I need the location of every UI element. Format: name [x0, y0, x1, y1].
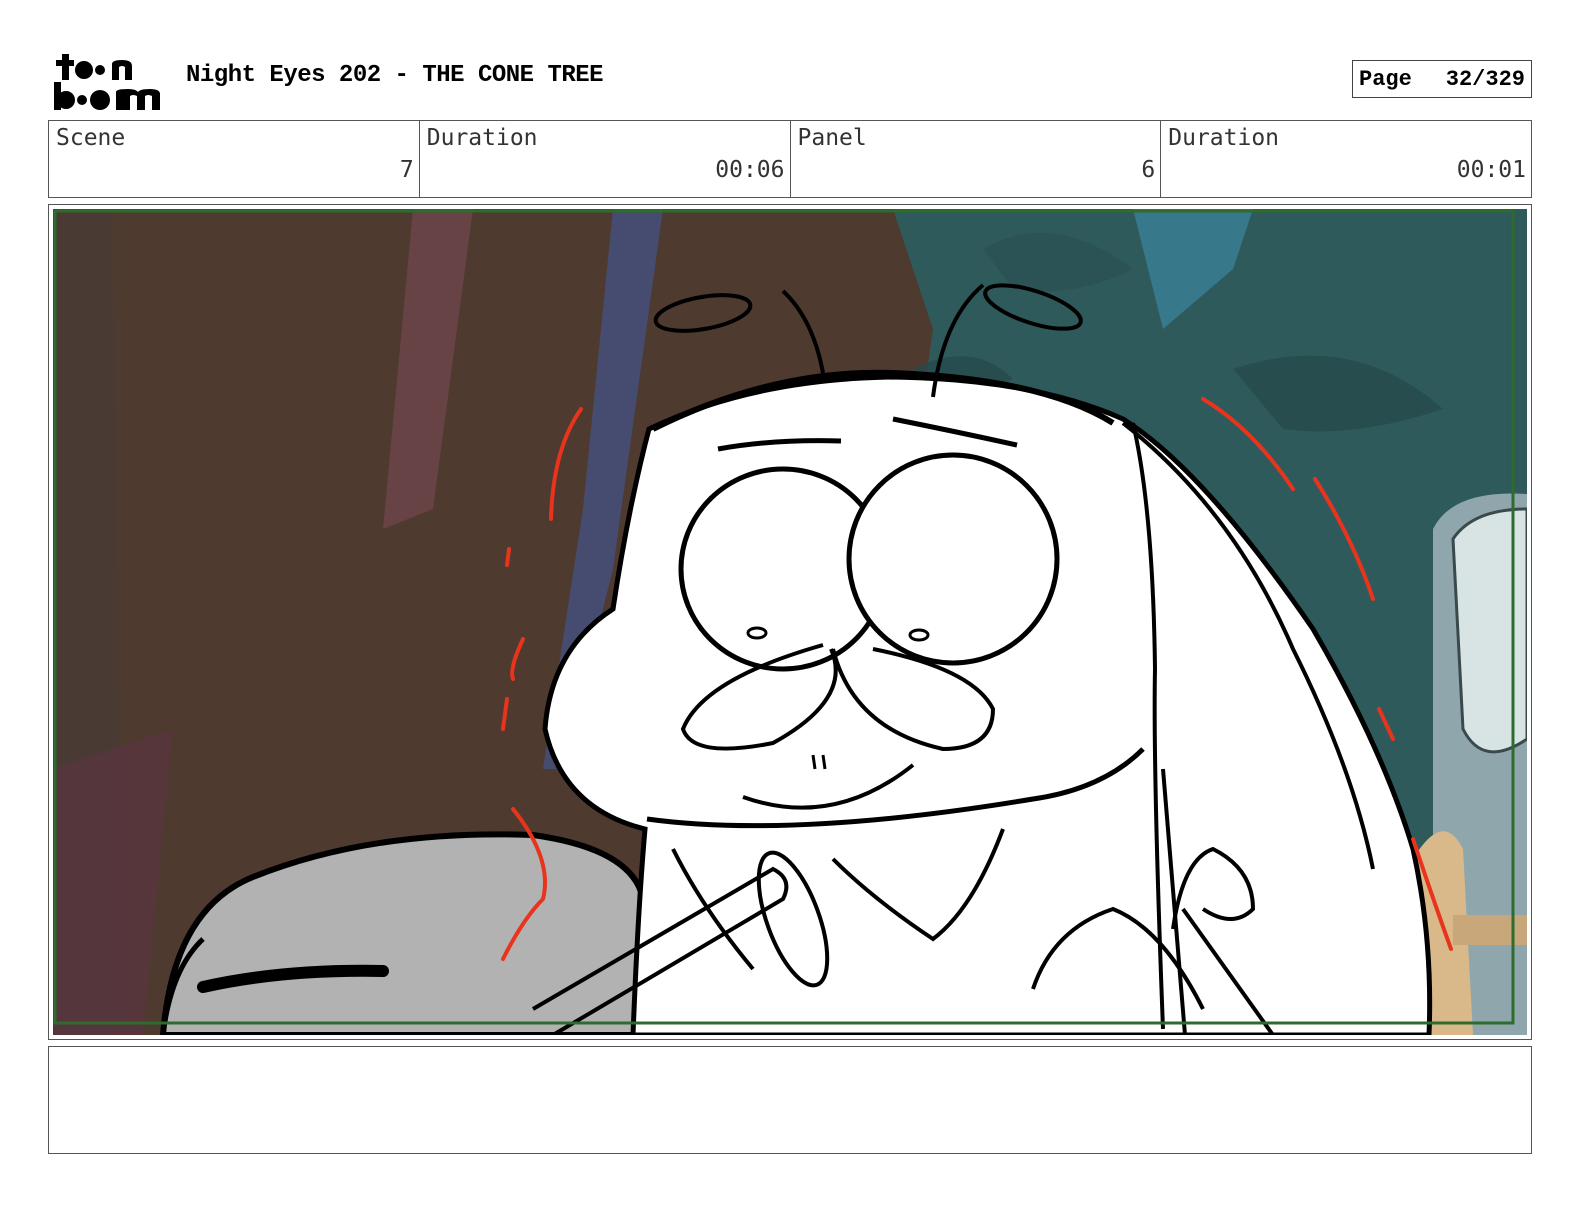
- scene-duration-cell: Duration 00:06: [418, 121, 790, 197]
- panel-duration-value: 00:01: [1456, 157, 1526, 183]
- panel-duration-label: Duration: [1168, 125, 1280, 151]
- toon-boom-logo: [50, 50, 164, 114]
- panel-notes-box: [48, 1046, 1532, 1154]
- storyboard-title: Night Eyes 202 - THE CONE TREE: [186, 62, 604, 89]
- scene-label: Scene: [56, 125, 126, 151]
- scene-value: 7: [399, 157, 414, 183]
- scene-info-row: Scene 7 Duration 00:06 Panel 6 Duration …: [48, 120, 1532, 198]
- page-label: Page: [1359, 66, 1412, 92]
- scene-duration-label: Duration: [426, 125, 538, 151]
- scene-duration-value: 00:06: [715, 157, 785, 183]
- panel-label: Panel: [797, 125, 867, 151]
- panel-cell: Panel 6: [789, 121, 1161, 197]
- panel-duration-cell: Duration 00:01: [1160, 121, 1531, 197]
- scene-cell: Scene 7: [49, 121, 419, 197]
- panel-drawing: [53, 209, 1527, 1035]
- panel-value: 6: [1141, 157, 1156, 183]
- page-indicator: Page 32/329: [1352, 60, 1532, 98]
- page-number: 32/329: [1445, 66, 1525, 92]
